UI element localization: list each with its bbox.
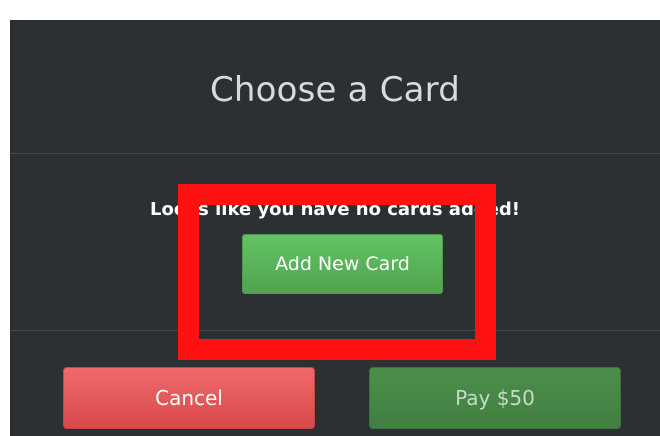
pay-button[interactable]: Pay $50 xyxy=(369,367,621,429)
cancel-button[interactable]: Cancel xyxy=(63,367,315,429)
modal-title: Choose a Card xyxy=(209,70,461,110)
screen: Choose a Card Looks like you have no car… xyxy=(0,0,660,436)
modal-body: Looks like you have no cards added! Add … xyxy=(10,154,660,331)
no-cards-message: Looks like you have no cards added! xyxy=(149,199,521,220)
modal-header: Choose a Card xyxy=(10,20,660,154)
add-new-card-button[interactable]: Add New Card xyxy=(242,234,443,294)
